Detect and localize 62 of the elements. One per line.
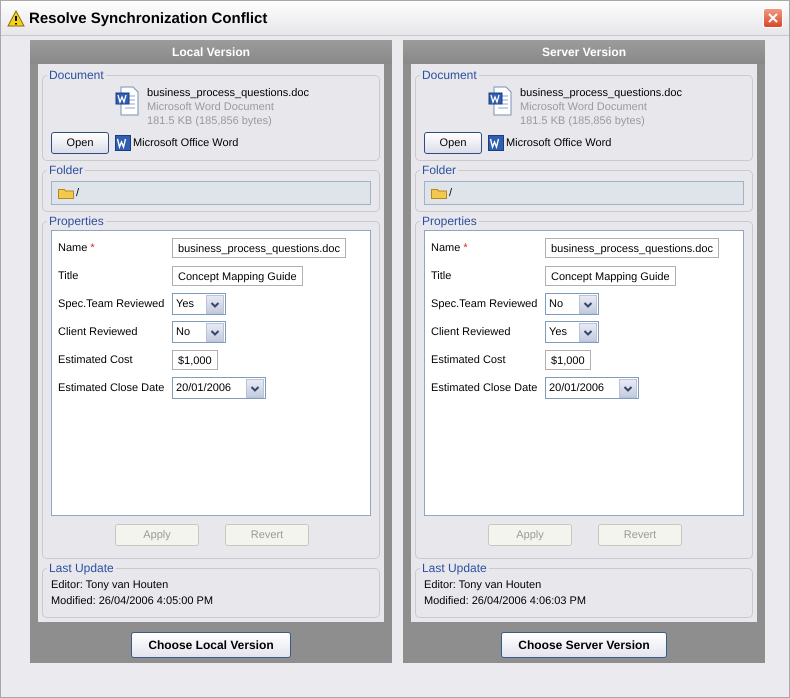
- open-button[interactable]: Open: [51, 132, 109, 154]
- panel-heading: Local Version: [30, 40, 392, 64]
- warning-icon: [7, 10, 25, 26]
- field-label: Spec.Team Reviewed: [58, 298, 166, 310]
- folder-icon: [58, 188, 74, 198]
- folder-path-field: /: [51, 181, 371, 205]
- group-label: Properties: [421, 214, 478, 228]
- dropdown[interactable]: 20/01/2006: [545, 377, 639, 399]
- group-label: Folder: [421, 163, 458, 177]
- open-button[interactable]: Open: [424, 132, 482, 154]
- dropdown[interactable]: No: [172, 321, 226, 343]
- field-label: Estimated Cost: [58, 354, 134, 366]
- text-field[interactable]: $1,000: [545, 350, 591, 370]
- group-label: Last Update: [48, 561, 115, 575]
- file-name: business_process_questions.doc: [520, 86, 682, 100]
- close-button[interactable]: [763, 8, 783, 28]
- word-app-icon: [115, 135, 131, 151]
- text-field[interactable]: Concept Mapping Guide: [172, 266, 303, 286]
- file-type: Microsoft Word Document: [520, 100, 648, 114]
- file-name: business_process_questions.doc: [147, 86, 310, 100]
- application-name: Microsoft Office Word: [506, 137, 612, 149]
- modified-text: Modified: 26/04/2006 4:05:00 PM: [51, 594, 214, 609]
- editor-text: Editor: Tony van Houten: [424, 578, 542, 593]
- text-field[interactable]: Concept Mapping Guide: [545, 266, 676, 286]
- folder-path-field: /: [424, 181, 744, 205]
- text-field[interactable]: $1,000: [172, 350, 218, 370]
- group-label: Properties: [48, 214, 105, 228]
- word-document-icon: [115, 86, 139, 116]
- dropdown[interactable]: 20/01/2006: [172, 377, 266, 399]
- field-label: Estimated Cost: [431, 354, 507, 366]
- file-size: 181.5 KB (185,856 bytes): [147, 114, 273, 128]
- choose-version-button[interactable]: Choose Local Version: [131, 632, 291, 658]
- text-field[interactable]: business_process_questions.doc: [172, 238, 346, 258]
- panel-heading: Server Version: [403, 40, 765, 64]
- field-label: Title: [58, 270, 80, 282]
- group-label: Last Update: [421, 561, 488, 575]
- dropdown[interactable]: Yes: [172, 293, 226, 315]
- field-label: Title: [431, 270, 452, 282]
- file-size: 181.5 KB (185,856 bytes): [520, 114, 646, 128]
- folder-icon: [431, 188, 447, 198]
- field-label: Estimated Close Date: [431, 382, 538, 394]
- word-app-icon: [488, 135, 504, 151]
- field-label: Name *: [58, 242, 96, 254]
- word-document-icon: [488, 86, 512, 116]
- file-type: Microsoft Word Document: [147, 100, 275, 114]
- choose-version-button[interactable]: Choose Server Version: [501, 632, 667, 658]
- close-icon: [767, 12, 779, 24]
- field-label: Client Reviewed: [58, 326, 138, 338]
- dropdown[interactable]: Yes: [545, 321, 599, 343]
- field-label: Spec.Team Reviewed: [431, 298, 538, 310]
- field-label: Name *: [431, 242, 469, 254]
- field-label: Estimated Close Date: [58, 382, 166, 394]
- modified-text: Modified: 26/04/2006 4:06:03 PM: [424, 594, 588, 609]
- dropdown[interactable]: No: [545, 293, 599, 315]
- window-title: Resolve Synchronization Conflict: [29, 10, 268, 26]
- editor-text: Editor: Tony van Houten: [51, 578, 170, 593]
- group-label: Document: [48, 68, 105, 82]
- group-label: Folder: [48, 163, 84, 177]
- text-field[interactable]: business_process_questions.doc: [545, 238, 720, 258]
- field-label: Client Reviewed: [431, 326, 512, 338]
- application-name: Microsoft Office Word: [133, 137, 238, 149]
- group-label: Document: [421, 68, 478, 82]
